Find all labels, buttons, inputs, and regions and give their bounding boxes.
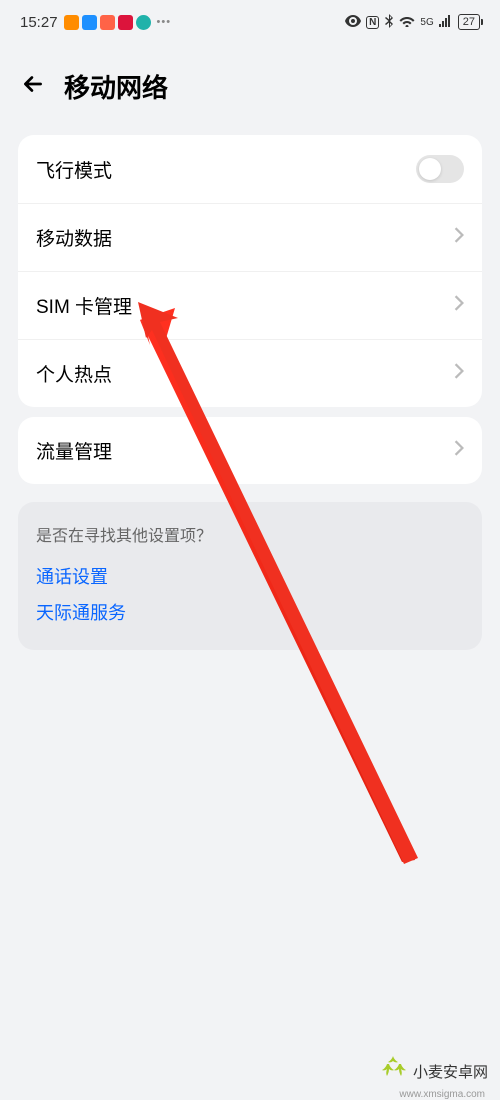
app-icon-2 — [118, 15, 133, 30]
app-icon-3 — [136, 15, 151, 30]
settings-group-2: 流量管理 — [18, 417, 482, 484]
app-icons — [64, 15, 151, 30]
link-skytone[interactable]: 天际通服务 — [36, 594, 464, 630]
eye-icon — [345, 15, 361, 30]
row-mobile-data[interactable]: 移动数据 — [18, 203, 482, 271]
watermark-url: www.xmsigma.com — [399, 1089, 485, 1100]
toggle-off-icon[interactable] — [416, 155, 464, 183]
chevron-right-icon — [454, 227, 464, 248]
signal-icon — [439, 15, 453, 30]
row-sim-management[interactable]: SIM 卡管理 — [18, 271, 482, 339]
wheat-icon — [379, 1054, 407, 1088]
status-time: 15:27 — [20, 14, 58, 31]
status-right: N 5G 27 — [345, 14, 480, 31]
settings-group-1: 飞行模式 移动数据 SIM 卡管理 个人热点 — [18, 135, 482, 407]
hint-card: 是否在寻找其他设置项？ 通话设置 天际通服务 — [18, 502, 482, 650]
row-personal-hotspot[interactable]: 个人热点 — [18, 339, 482, 407]
taobao-icon — [100, 15, 115, 30]
status-left: 15:27 ••• — [20, 14, 171, 31]
link-call-settings[interactable]: 通话设置 — [36, 558, 464, 594]
signal-label: 5G — [420, 17, 433, 28]
watermark-text: 小麦安卓网 — [413, 1061, 488, 1082]
bluetooth-icon — [384, 14, 394, 31]
page-header: 移动网络 — [0, 44, 500, 125]
row-airplane-mode[interactable]: 飞行模式 — [18, 135, 482, 203]
app-icon — [82, 15, 97, 30]
more-icon: ••• — [157, 16, 172, 28]
row-label: 流量管理 — [36, 437, 112, 464]
row-label: SIM 卡管理 — [36, 292, 132, 319]
row-label: 移动数据 — [36, 224, 112, 251]
back-icon[interactable] — [20, 71, 46, 102]
chevron-right-icon — [454, 295, 464, 316]
weibo-icon — [64, 15, 79, 30]
row-label: 飞行模式 — [36, 156, 112, 183]
row-traffic-management[interactable]: 流量管理 — [18, 417, 482, 484]
chevron-right-icon — [454, 363, 464, 384]
battery-icon: 27 — [458, 14, 480, 30]
hint-title: 是否在寻找其他设置项？ — [36, 522, 464, 546]
row-label: 个人热点 — [36, 360, 112, 387]
wifi-icon — [399, 15, 415, 30]
chevron-right-icon — [454, 440, 464, 461]
nfc-icon: N — [366, 16, 379, 29]
watermark: 小麦安卓网 — [379, 1054, 488, 1088]
page-title: 移动网络 — [64, 68, 168, 105]
status-bar: 15:27 ••• N 5G 27 — [0, 0, 500, 44]
